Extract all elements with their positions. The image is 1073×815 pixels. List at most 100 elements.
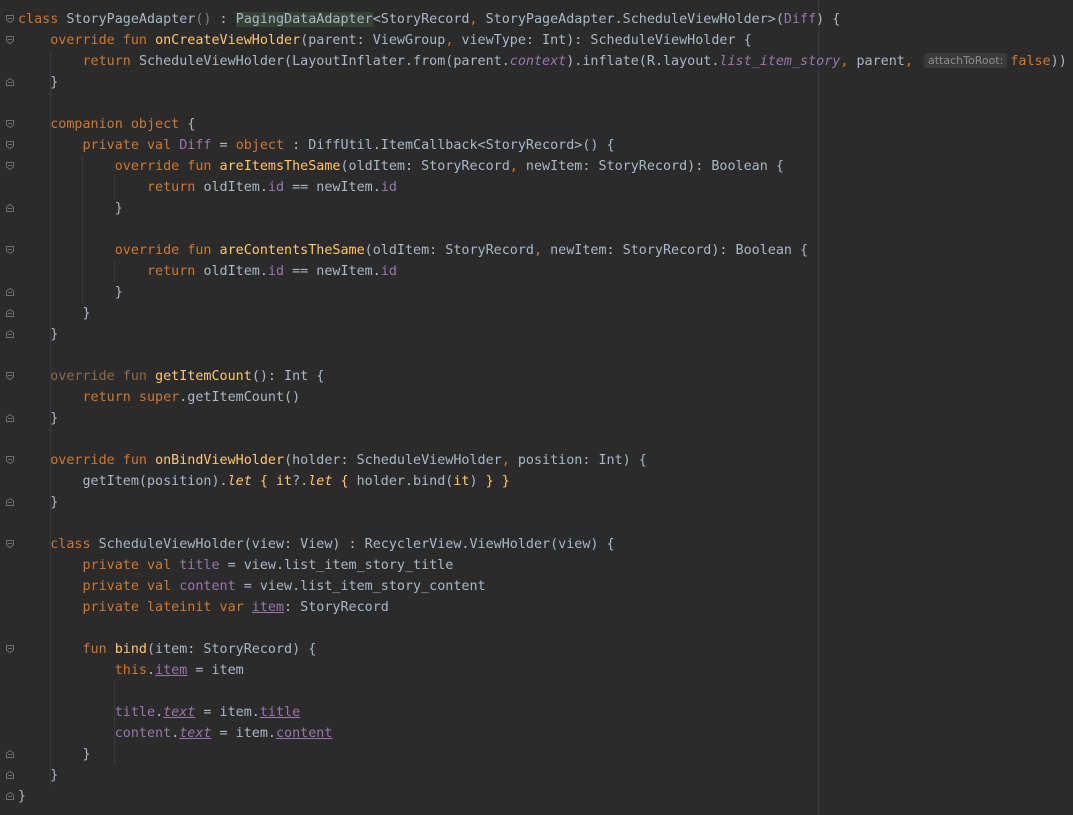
code-token: } — [18, 789, 27, 804]
fold-start-icon[interactable] — [5, 644, 15, 654]
fold-end-icon[interactable] — [5, 287, 15, 297]
code-token: content — [18, 726, 172, 741]
code-token: context — [509, 54, 567, 69]
code-line[interactable]: private val content = view.list_item_sto… — [18, 576, 485, 597]
code-line[interactable]: this.item = item — [18, 660, 244, 681]
code-line[interactable]: getItem(position).let { it?.let { holder… — [18, 471, 510, 492]
code-line[interactable]: override fun onCreateViewHolder(parent: … — [18, 30, 752, 51]
code-token: it — [275, 474, 293, 489]
fold-end-icon[interactable] — [5, 308, 15, 318]
code-token: override fun — [18, 159, 220, 174]
fold-end-icon[interactable] — [5, 749, 15, 759]
code-line[interactable]: class StoryPageAdapter() : PagingDataAda… — [18, 9, 840, 30]
code-token: override fun — [18, 369, 156, 384]
code-editor[interactable]: class StoryPageAdapter() : PagingDataAda… — [0, 0, 1073, 815]
code-line[interactable]: return oldItem.id == newItem.id — [18, 177, 397, 198]
fold-start-icon[interactable] — [5, 140, 15, 150]
code-token: content — [276, 726, 333, 741]
code-line[interactable]: private val title = view.list_item_story… — [18, 555, 453, 576]
code-token: : StoryRecord — [284, 600, 389, 615]
code-token: let — [308, 474, 333, 489]
code-token: text — [179, 726, 212, 741]
code-token: } } — [485, 474, 510, 489]
code-line[interactable]: override fun getItemCount(): Int { — [18, 366, 324, 387]
code-token: : — [211, 12, 236, 27]
code-token: ) { — [816, 12, 841, 27]
fold-start-icon[interactable] — [5, 14, 15, 24]
code-token: } — [18, 411, 59, 426]
code-token: == newItem. — [284, 180, 381, 195]
code-token: onCreateViewHolder — [155, 33, 301, 48]
code-token: ).inflate(R.layout. — [566, 54, 720, 69]
code-token: : DiffUtil.ItemCallback<StoryRecord>() { — [284, 138, 615, 153]
code-token: override fun — [18, 33, 156, 48]
code-token: { — [332, 474, 357, 489]
fold-end-icon[interactable] — [5, 497, 15, 507]
parameter-hint: attachToRoot: — [923, 53, 1008, 68]
code-token: , — [469, 12, 486, 27]
code-token: } — [18, 306, 91, 321]
code-token: title — [259, 705, 301, 720]
code-token: <StoryRecord — [372, 12, 470, 27]
code-line[interactable]: } — [18, 765, 58, 786]
code-token: id — [380, 180, 397, 195]
code-line[interactable]: } — [18, 198, 123, 219]
code-line[interactable]: return oldItem.id == newItem.id — [18, 261, 397, 282]
code-line[interactable]: } — [18, 72, 58, 93]
fold-end-icon[interactable] — [5, 77, 15, 87]
code-token: StoryPageAdapter — [58, 12, 196, 27]
fold-start-icon[interactable] — [5, 161, 15, 171]
code-token: this — [18, 663, 147, 678]
code-token: getItem(position). — [18, 474, 228, 489]
code-token: Diff — [783, 12, 817, 27]
code-token: . — [155, 705, 164, 720]
fold-start-icon[interactable] — [5, 245, 15, 255]
code-line[interactable]: } — [18, 786, 26, 807]
code-token: == newItem. — [284, 264, 381, 279]
fold-start-icon[interactable] — [5, 371, 15, 381]
code-line[interactable]: } — [18, 744, 90, 765]
code-token: } — [18, 327, 59, 342]
code-line[interactable]: } — [18, 324, 58, 345]
code-token: bind — [114, 642, 147, 657]
code-token: id — [267, 180, 285, 195]
code-line[interactable]: content.text = item.content — [18, 723, 333, 744]
code-line[interactable]: override fun areItemsTheSame(oldItem: St… — [18, 156, 784, 177]
fold-start-icon[interactable] — [5, 539, 15, 549]
code-line[interactable]: override fun onBindViewHolder(holder: Sc… — [18, 450, 647, 471]
code-token: { — [251, 474, 276, 489]
code-token: StoryPageAdapter.ScheduleViewHolder>( — [485, 12, 784, 27]
code-line[interactable]: private val Diff = object : DiffUtil.Ite… — [18, 135, 615, 156]
fold-end-icon[interactable] — [5, 329, 15, 339]
code-line[interactable]: title.text = item.title — [18, 702, 300, 723]
code-line[interactable]: } — [18, 303, 91, 324]
code-token: list_item_story — [719, 54, 841, 69]
code-token: newItem: StoryRecord): Boolean { — [550, 243, 809, 258]
code-line[interactable]: } — [18, 408, 58, 429]
fold-start-icon[interactable] — [5, 35, 15, 45]
code-line[interactable]: override fun areContentsTheSame(oldItem:… — [18, 240, 808, 261]
code-token: , — [445, 33, 462, 48]
code-token: id — [267, 264, 285, 279]
code-line[interactable]: companion object { — [18, 114, 195, 135]
code-token: = — [211, 138, 236, 153]
code-token: class — [18, 12, 59, 27]
code-token: override fun — [18, 243, 220, 258]
code-line[interactable]: return super.getItemCount() — [18, 387, 300, 408]
code-line[interactable]: } — [18, 282, 123, 303]
fold-end-icon[interactable] — [5, 791, 15, 801]
code-line[interactable]: class ScheduleViewHolder(view: View) : R… — [18, 534, 614, 555]
code-line[interactable]: return ScheduleViewHolder(LayoutInflater… — [18, 51, 1067, 72]
code-token: () — [195, 12, 212, 27]
fold-end-icon[interactable] — [5, 770, 15, 780]
code-token: viewType: Int): ScheduleViewHolder { — [461, 33, 752, 48]
code-token: onBindViewHolder — [155, 453, 285, 468]
fold-end-icon[interactable] — [5, 413, 15, 423]
fold-start-icon[interactable] — [5, 119, 15, 129]
code-line[interactable]: private lateinit var item: StoryRecord — [18, 597, 389, 618]
code-token: fun — [18, 642, 115, 657]
fold-end-icon[interactable] — [5, 203, 15, 213]
code-line[interactable]: fun bind(item: StoryRecord) { — [18, 639, 316, 660]
fold-start-icon[interactable] — [5, 455, 15, 465]
code-line[interactable]: } — [18, 492, 58, 513]
